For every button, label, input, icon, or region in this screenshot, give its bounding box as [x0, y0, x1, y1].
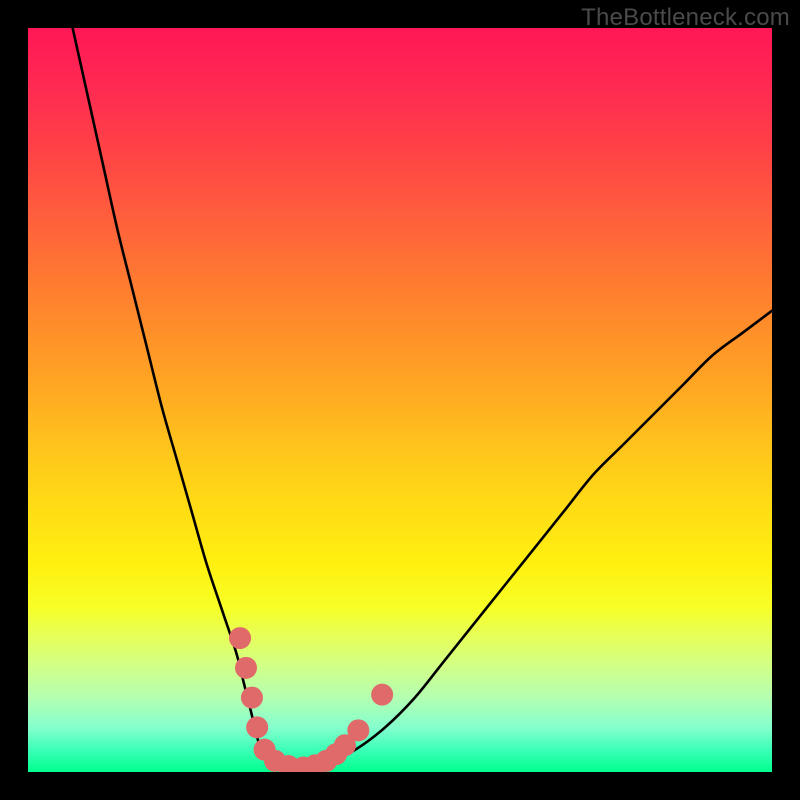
- plot-area: [28, 28, 772, 772]
- curve-marker: [241, 687, 263, 709]
- marker-group: [229, 627, 393, 772]
- chart-frame: TheBottleneck.com: [0, 0, 800, 800]
- curve-marker: [246, 716, 268, 738]
- curve-marker: [371, 684, 393, 706]
- attribution-text: TheBottleneck.com: [581, 4, 790, 32]
- curve-marker: [235, 657, 257, 679]
- bottleneck-curve: [73, 28, 772, 769]
- curve-marker: [229, 627, 251, 649]
- chart-svg: [28, 28, 772, 772]
- curve-marker: [347, 719, 369, 741]
